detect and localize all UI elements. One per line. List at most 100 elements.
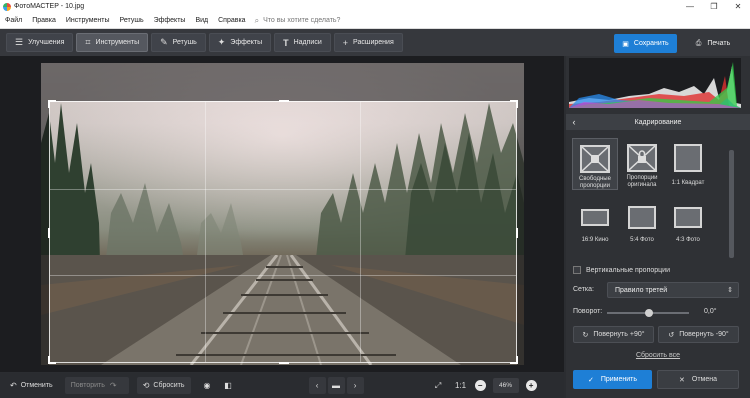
actual-size-button[interactable]: 1:1: [451, 377, 471, 394]
print-label: Печать: [707, 40, 731, 47]
menu-help[interactable]: Справка: [213, 17, 250, 24]
title-bar: ФотоМАСТЕР - 10.jpg — ❐ ✕: [0, 0, 750, 13]
redo-button[interactable]: Повторить ↷: [64, 377, 129, 394]
rotate-plus-label: Повернуть +90°: [593, 331, 645, 338]
close-icon: ✕: [679, 376, 685, 384]
grid-select[interactable]: Правило третей ⇕: [607, 282, 739, 298]
back-chevron-icon[interactable]: ‹: [566, 117, 582, 127]
folder-icon: ▬: [332, 381, 341, 390]
preset-16-9[interactable]: 16:9 Кино: [572, 198, 618, 250]
vertical-proportions-row[interactable]: Вертикальные пропорции: [573, 266, 670, 274]
rotation-value-row: 0,0°: [704, 308, 717, 315]
search-input[interactable]: [263, 17, 384, 24]
tab-text[interactable]: T Надписи: [274, 33, 331, 52]
menu-effects[interactable]: Эффекты: [149, 17, 191, 24]
menu-file[interactable]: Файл: [0, 17, 27, 24]
preset-label: 4:3 Фото: [676, 237, 700, 243]
menu-tools[interactable]: Инструменты: [61, 17, 115, 24]
rotation-value: 0,0°: [704, 308, 717, 315]
minimize-button[interactable]: —: [678, 2, 702, 11]
crop-handle-bottom-right[interactable]: [510, 356, 518, 364]
tab-label: Надписи: [293, 39, 322, 46]
menu-edit[interactable]: Правка: [27, 17, 61, 24]
brush-icon: ✎: [160, 37, 168, 47]
preset-label: 5:4 Фото: [630, 237, 654, 243]
rotate-minus-90-button[interactable]: ↺ Повернуть -90°: [658, 326, 739, 343]
preset-free[interactable]: Свободные пропорции: [572, 138, 618, 190]
tab-tools[interactable]: ⌗ Инструменты: [76, 33, 149, 52]
eye-icon: ◉: [203, 381, 211, 390]
menu-search: ⌕: [255, 16, 384, 26]
rotation-slider-handle[interactable]: [645, 309, 653, 317]
crop-handle-top[interactable]: [279, 100, 289, 102]
tab-label: Расширения: [353, 39, 394, 46]
preset-5-4[interactable]: 5:4 Фото: [619, 198, 665, 250]
tab-enhancements[interactable]: ☰ Улучшения: [6, 33, 74, 52]
rotate-plus-90-button[interactable]: ↻ Повернуть +90°: [573, 326, 654, 343]
panel-header: ‹ Кадрирование: [566, 114, 750, 130]
preset-square[interactable]: 1:1 Квадрат: [665, 138, 711, 190]
prev-image-button[interactable]: ‹: [308, 377, 326, 394]
select-arrows-icon: ⇕: [727, 287, 733, 294]
crop-handle-bottom-left[interactable]: [48, 356, 56, 364]
preset-original[interactable]: Пропорции оригинала: [619, 138, 665, 190]
crop-mask-right: [517, 101, 524, 365]
rotation-label: Поворот:: [573, 308, 603, 315]
menu-view[interactable]: Вид: [190, 17, 213, 24]
tab-label: Ретушь: [172, 39, 197, 46]
free-proportion-icon: [580, 145, 610, 173]
cancel-button[interactable]: ✕ Отмена: [657, 370, 739, 389]
floppy-icon: ▣: [622, 40, 629, 48]
preview-eye-button[interactable]: ◉: [199, 377, 216, 394]
vertical-proportions-checkbox[interactable]: [573, 266, 581, 274]
checkmark-icon: ✓: [587, 376, 594, 384]
next-image-button[interactable]: ›: [346, 377, 364, 394]
reset-button[interactable]: ⟲ Сбросить: [136, 377, 191, 394]
compare-button[interactable]: ◧: [220, 377, 237, 394]
fit-screen-button[interactable]: ⤢: [430, 377, 447, 394]
histogram: [569, 58, 741, 108]
widescreen-shape-icon: [581, 209, 609, 226]
tab-extensions[interactable]: + Расширения: [333, 33, 403, 52]
magic-wand-icon: ✦: [217, 37, 226, 47]
presets-scrollbar[interactable]: [729, 150, 734, 258]
grid-line-vertical: [360, 102, 362, 362]
zoom-out-button[interactable]: −: [474, 380, 486, 391]
undo-button[interactable]: ↶ Отменить: [4, 377, 59, 394]
original-proportion-icon: [627, 144, 657, 172]
crop-handle-top-left[interactable]: [48, 100, 56, 108]
maximize-button[interactable]: ❐: [702, 2, 726, 11]
zoom-level[interactable]: 46%: [492, 378, 519, 393]
reset-label: Сбросить: [153, 382, 185, 389]
grid-line-vertical: [205, 102, 207, 362]
square-shape-icon: [674, 144, 702, 172]
window-controls: — ❐ ✕: [678, 2, 750, 11]
crop-frame[interactable]: [48, 100, 518, 364]
crop-handle-left[interactable]: [48, 228, 50, 238]
text-icon: T: [283, 37, 289, 48]
rotation-row: Поворот:: [573, 308, 602, 315]
save-button[interactable]: ▣ Сохранить: [614, 34, 677, 53]
zoom-in-button[interactable]: +: [525, 380, 537, 391]
window-title: ФотоМАСТЕР - 10.jpg: [14, 3, 85, 10]
tab-retouch[interactable]: ✎ Ретушь: [151, 33, 206, 52]
close-button[interactable]: ✕: [726, 2, 750, 11]
reset-all-link[interactable]: Сбросить все: [566, 352, 750, 359]
canvas-area: [0, 56, 564, 372]
print-button[interactable]: ⎙ Печать: [682, 34, 744, 53]
tab-effects[interactable]: ✦ Эффекты: [208, 33, 272, 52]
crop-handle-top-right[interactable]: [510, 100, 518, 108]
apply-button[interactable]: ✓ Применить: [573, 370, 652, 389]
preset-4-3[interactable]: 4:3 Фото: [665, 198, 711, 250]
menu-retouch[interactable]: Ретушь: [115, 17, 149, 24]
undo-label: Отменить: [20, 382, 53, 389]
photo-5-4-shape-icon: [628, 206, 656, 229]
plus-icon: +: [342, 37, 349, 48]
crop-handle-bottom[interactable]: [279, 362, 289, 364]
tab-label: Эффекты: [230, 39, 263, 46]
redo-label: Повторить: [70, 382, 105, 389]
open-folder-button[interactable]: ▬: [327, 377, 345, 394]
rotation-slider[interactable]: [607, 309, 689, 317]
app-logo-icon: [3, 2, 11, 11]
crop-handle-right[interactable]: [516, 228, 518, 238]
